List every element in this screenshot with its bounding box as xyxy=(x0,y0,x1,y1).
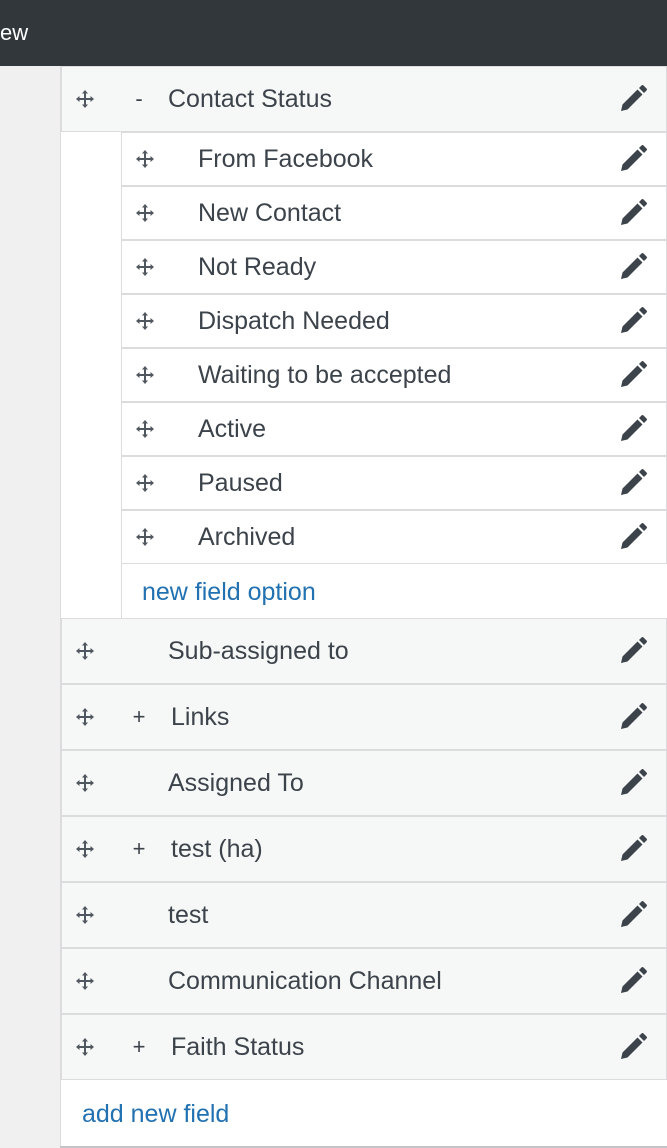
option-label: Active xyxy=(198,415,267,443)
pencil-icon[interactable] xyxy=(618,252,648,282)
field-label: Contact Status xyxy=(168,85,332,113)
pencil-icon[interactable] xyxy=(618,702,648,732)
field-row[interactable]: + Links xyxy=(61,684,667,750)
field-row[interactable]: Assigned To xyxy=(61,750,667,816)
expand-toggle[interactable]: + xyxy=(131,1035,147,1059)
field-label: test xyxy=(168,901,209,929)
option-row[interactable]: Dispatch Needed xyxy=(121,294,667,348)
move-arrows-icon[interactable] xyxy=(135,257,155,277)
move-arrows-icon[interactable] xyxy=(75,971,95,991)
move-arrows-icon[interactable] xyxy=(135,473,155,493)
add-new-field-link[interactable]: add new field xyxy=(82,1099,229,1129)
pencil-icon[interactable] xyxy=(618,768,648,798)
move-arrows-icon[interactable] xyxy=(75,89,95,109)
pencil-icon[interactable] xyxy=(618,834,648,864)
move-arrows-icon[interactable] xyxy=(135,365,155,385)
option-row[interactable]: Archived xyxy=(121,510,667,564)
field-label: Sub-assigned to xyxy=(168,637,349,665)
move-arrows-icon[interactable] xyxy=(135,527,155,547)
move-arrows-icon[interactable] xyxy=(135,419,155,439)
collapse-toggle[interactable]: - xyxy=(131,87,147,111)
move-arrows-icon[interactable] xyxy=(75,839,95,859)
move-arrows-icon[interactable] xyxy=(75,707,95,727)
option-label: Waiting to be accepted xyxy=(198,361,452,389)
top-toolbar: ew xyxy=(0,0,667,66)
pencil-icon[interactable] xyxy=(618,900,648,930)
move-arrows-icon[interactable] xyxy=(135,311,155,331)
field-label: Assigned To xyxy=(168,769,304,797)
option-row[interactable]: From Facebook xyxy=(121,132,667,186)
option-label: Dispatch Needed xyxy=(198,307,390,335)
field-label: test (ha) xyxy=(171,835,263,863)
field-row-contact-status[interactable]: - Contact Status xyxy=(61,66,667,132)
pencil-icon[interactable] xyxy=(618,522,648,552)
pencil-icon[interactable] xyxy=(618,1032,648,1062)
field-label: Faith Status xyxy=(171,1033,305,1061)
option-label: New Contact xyxy=(198,199,342,227)
field-label: Links xyxy=(171,703,230,731)
pencil-icon[interactable] xyxy=(618,414,648,444)
pencil-icon[interactable] xyxy=(618,468,648,498)
move-arrows-icon[interactable] xyxy=(75,1037,95,1057)
new-field-option-link[interactable]: new field option xyxy=(142,577,316,607)
option-label: Not Ready xyxy=(198,253,317,281)
move-arrows-icon[interactable] xyxy=(135,149,155,169)
pencil-icon[interactable] xyxy=(618,966,648,996)
option-label: From Facebook xyxy=(198,145,374,173)
field-row[interactable]: + Faith Status xyxy=(61,1014,667,1080)
move-arrows-icon[interactable] xyxy=(75,905,95,925)
pencil-icon[interactable] xyxy=(618,636,648,666)
field-row[interactable]: Communication Channel xyxy=(61,948,667,1014)
option-label: Archived xyxy=(198,523,296,551)
field-label: Communication Channel xyxy=(168,967,442,995)
move-arrows-icon[interactable] xyxy=(135,203,155,223)
option-row[interactable]: Paused xyxy=(121,456,667,510)
toolbar-label[interactable]: ew xyxy=(0,19,28,47)
pencil-icon[interactable] xyxy=(618,306,648,336)
expand-toggle[interactable]: + xyxy=(131,837,147,861)
option-row[interactable]: Waiting to be accepted xyxy=(121,348,667,402)
pencil-icon[interactable] xyxy=(618,360,648,390)
field-row[interactable]: test xyxy=(61,882,667,948)
pencil-icon[interactable] xyxy=(618,84,648,114)
option-row[interactable]: Active xyxy=(121,402,667,456)
move-arrows-icon[interactable] xyxy=(75,641,95,661)
option-row[interactable]: New Contact xyxy=(121,186,667,240)
move-arrows-icon[interactable] xyxy=(75,773,95,793)
option-label: Paused xyxy=(198,469,283,497)
field-row[interactable]: Sub-assigned to xyxy=(61,618,667,684)
option-row[interactable]: Not Ready xyxy=(121,240,667,294)
pencil-icon[interactable] xyxy=(618,144,648,174)
expand-toggle[interactable]: + xyxy=(131,705,147,729)
field-row[interactable]: + test (ha) xyxy=(61,816,667,882)
pencil-icon[interactable] xyxy=(618,198,648,228)
